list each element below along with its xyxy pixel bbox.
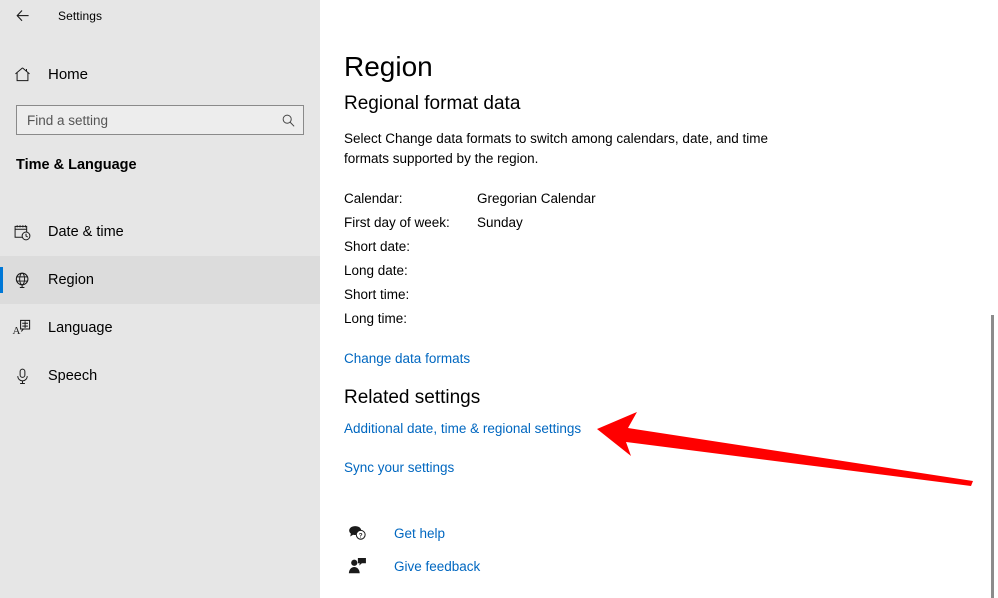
table-row: First day of week: Sunday bbox=[344, 215, 596, 239]
sidebar-item-speech-label: Speech bbox=[48, 368, 97, 384]
titlebar: Settings bbox=[0, 0, 320, 32]
sidebar-item-date-time[interactable]: Date & time bbox=[0, 208, 320, 256]
microphone-icon bbox=[0, 367, 44, 386]
svg-text:?: ? bbox=[358, 532, 362, 539]
change-data-formats-link[interactable]: Change data formats bbox=[344, 351, 470, 366]
format-value: Gregorian Calendar bbox=[477, 191, 596, 215]
get-help-link[interactable]: Get help bbox=[394, 526, 445, 541]
format-key: Long time: bbox=[344, 311, 477, 335]
back-arrow-icon bbox=[15, 8, 31, 24]
scrollbar-thumb[interactable] bbox=[991, 315, 994, 598]
format-key: Calendar: bbox=[344, 191, 477, 215]
sidebar-item-speech[interactable]: Speech bbox=[0, 352, 320, 400]
sidebar-nav: Date & time Region A bbox=[0, 208, 320, 400]
format-key: Short date: bbox=[344, 239, 477, 263]
page-subtitle: Regional format data bbox=[344, 93, 520, 115]
language-icon: A bbox=[0, 318, 44, 338]
additional-date-time-regional-settings-link[interactable]: Additional date, time & regional setting… bbox=[344, 421, 581, 436]
back-button[interactable] bbox=[0, 0, 46, 32]
search-icon[interactable] bbox=[273, 106, 303, 134]
sidebar-item-home-label: Home bbox=[48, 66, 88, 83]
globe-icon bbox=[0, 271, 44, 290]
home-icon bbox=[0, 65, 44, 84]
main-content: Region Regional format data Select Chang… bbox=[320, 0, 998, 598]
settings-window: Settings Home Time & Language bbox=[0, 0, 998, 598]
format-value bbox=[477, 263, 596, 287]
format-value bbox=[477, 287, 596, 311]
related-settings-title: Related settings bbox=[344, 387, 480, 409]
sidebar-category-title: Time & Language bbox=[16, 157, 137, 173]
format-key: Long date: bbox=[344, 263, 477, 287]
table-row: Long time: bbox=[344, 311, 596, 335]
search-box[interactable] bbox=[16, 105, 304, 135]
page-title: Region bbox=[344, 52, 433, 81]
sync-your-settings-link[interactable]: Sync your settings bbox=[344, 460, 454, 475]
format-key: Short time: bbox=[344, 287, 477, 311]
calendar-clock-icon bbox=[0, 223, 44, 242]
help-bubble-icon: ? bbox=[344, 524, 370, 542]
sidebar-item-language[interactable]: A Language bbox=[0, 304, 320, 352]
give-feedback-row[interactable]: Give feedback bbox=[344, 557, 480, 575]
format-key: First day of week: bbox=[344, 215, 477, 239]
sidebar-item-region[interactable]: Region bbox=[0, 256, 320, 304]
sidebar-item-region-label: Region bbox=[48, 272, 94, 288]
format-value bbox=[477, 311, 596, 335]
sidebar-item-language-label: Language bbox=[48, 320, 113, 336]
get-help-row[interactable]: ? Get help bbox=[344, 524, 445, 542]
table-row: Long date: bbox=[344, 263, 596, 287]
give-feedback-link[interactable]: Give feedback bbox=[394, 559, 480, 574]
svg-text:A: A bbox=[13, 325, 21, 337]
table-row: Short time: bbox=[344, 287, 596, 311]
sidebar-item-date-time-label: Date & time bbox=[48, 224, 124, 240]
scrollbar-track[interactable] bbox=[986, 32, 998, 598]
feedback-person-icon bbox=[344, 557, 370, 575]
table-row: Calendar: Gregorian Calendar bbox=[344, 191, 596, 215]
app-title: Settings bbox=[58, 9, 102, 23]
regional-format-table: Calendar: Gregorian Calendar First day o… bbox=[344, 191, 596, 335]
format-value: Sunday bbox=[477, 215, 596, 239]
sidebar: Settings Home Time & Language bbox=[0, 0, 320, 598]
format-value bbox=[477, 239, 596, 263]
table-row: Short date: bbox=[344, 239, 596, 263]
sidebar-item-home[interactable]: Home bbox=[0, 58, 320, 90]
search-input[interactable] bbox=[17, 106, 273, 134]
page-description: Select Change data formats to switch amo… bbox=[344, 129, 794, 169]
